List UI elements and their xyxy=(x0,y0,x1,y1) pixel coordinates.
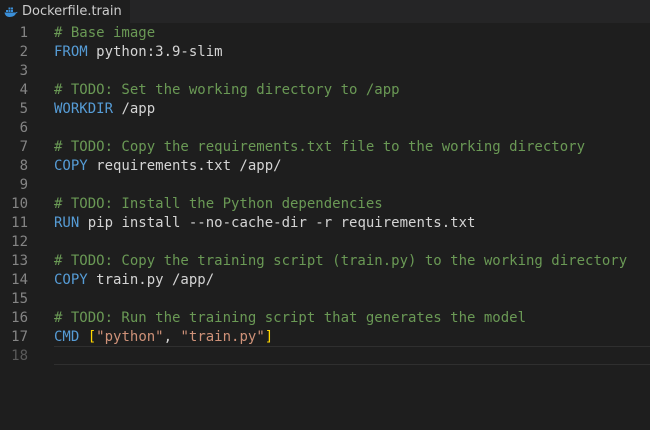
line-number: 5 xyxy=(19,100,28,117)
code-line[interactable]: 3 xyxy=(0,61,650,80)
code-line[interactable]: 11 RUN pip install --no-cache-dir -r req… xyxy=(0,213,650,232)
line-number: 3 xyxy=(19,62,28,79)
line-number: 17 xyxy=(11,328,28,345)
line-content: # TODO: Copy the requirements.txt file t… xyxy=(54,139,650,155)
line-content: CMD ["python", "train.py"] xyxy=(54,329,650,345)
code-line[interactable]: 13 # TODO: Copy the training script (tra… xyxy=(0,251,650,270)
line-number: 15 xyxy=(11,290,28,307)
keyword-token: COPY xyxy=(54,157,88,174)
line-content: WORKDIR /app xyxy=(54,101,650,117)
comment-token: # TODO: Copy the training script (train.… xyxy=(54,252,628,269)
line-number: 1 xyxy=(19,24,28,41)
code-line-current[interactable]: 18 xyxy=(0,346,650,365)
code-line[interactable]: 7 # TODO: Copy the requirements.txt file… xyxy=(0,137,650,156)
line-number: 2 xyxy=(19,43,28,60)
close-bracket-token: ] xyxy=(264,328,274,345)
line-number: 11 xyxy=(11,214,28,231)
code-line[interactable]: 16 # TODO: Run the training script that … xyxy=(0,308,650,327)
comment-token: # TODO: Set the working directory to /ap… xyxy=(54,81,400,98)
line-number: 7 xyxy=(19,138,28,155)
code-line[interactable]: 6 xyxy=(0,118,650,137)
keyword-token: COPY xyxy=(54,271,88,288)
editor-window: Dockerfile.train 1 # Base image 2 FROM p… xyxy=(0,0,650,430)
open-bracket-token: [ xyxy=(87,328,97,345)
line-number: 13 xyxy=(11,252,28,269)
text-token: train.py /app/ xyxy=(87,271,215,288)
line-content: # Base image xyxy=(54,25,650,41)
code-line[interactable]: 15 xyxy=(0,289,650,308)
line-content: # TODO: Run the training script that gen… xyxy=(54,310,650,326)
line-number: 9 xyxy=(19,176,28,193)
keyword-token: CMD xyxy=(54,328,80,345)
code-line[interactable]: 8 COPY requirements.txt /app/ xyxy=(0,156,650,175)
code-line[interactable]: 4 # TODO: Set the working directory to /… xyxy=(0,80,650,99)
docker-icon xyxy=(4,5,18,19)
text-token: pip install --no-cache-dir -r requiremen… xyxy=(79,214,476,231)
line-number: 16 xyxy=(11,309,28,326)
code-line[interactable]: 1 # Base image xyxy=(0,23,650,42)
tab-bar: Dockerfile.train xyxy=(0,0,650,23)
line-number: 8 xyxy=(19,157,28,174)
line-number: 10 xyxy=(11,195,28,212)
tab-dockerfile-train[interactable]: Dockerfile.train xyxy=(0,0,130,23)
keyword-token: FROM xyxy=(54,43,88,60)
code-line[interactable]: 17 CMD ["python", "train.py"] xyxy=(0,327,650,346)
keyword-token: WORKDIR xyxy=(54,100,114,117)
keyword-token: RUN xyxy=(54,214,80,231)
text-token: python:3.9-slim xyxy=(87,43,223,60)
code-line[interactable]: 10 # TODO: Install the Python dependenci… xyxy=(0,194,650,213)
line-content: COPY requirements.txt /app/ xyxy=(54,158,650,174)
code-line[interactable]: 5 WORKDIR /app xyxy=(0,99,650,118)
code-line[interactable]: 2 FROM python:3.9-slim xyxy=(0,42,650,61)
comment-token: # Base image xyxy=(54,24,156,41)
code-line[interactable]: 12 xyxy=(0,232,650,251)
text-token: requirements.txt /app/ xyxy=(87,157,282,174)
line-number: 14 xyxy=(11,271,28,288)
string-token: "python" xyxy=(96,328,164,345)
comment-token: # TODO: Install the Python dependencies xyxy=(54,195,383,212)
code-line[interactable]: 14 COPY train.py /app/ xyxy=(0,270,650,289)
code-line[interactable]: 9 xyxy=(0,175,650,194)
line-number: 4 xyxy=(19,81,28,98)
line-number: 18 xyxy=(11,347,28,364)
line-content: COPY train.py /app/ xyxy=(54,272,650,288)
comma-token: , xyxy=(163,328,181,345)
comment-token: # TODO: Copy the requirements.txt file t… xyxy=(54,138,586,155)
line-content: # TODO: Install the Python dependencies xyxy=(54,196,650,212)
line-number: 6 xyxy=(19,119,28,136)
comment-token: # TODO: Run the training script that gen… xyxy=(54,309,527,326)
line-content: # TODO: Set the working directory to /ap… xyxy=(54,82,650,98)
string-token: "train.py" xyxy=(180,328,265,345)
line-content: # TODO: Copy the training script (train.… xyxy=(54,253,650,269)
line-content: FROM python:3.9-slim xyxy=(54,44,650,60)
line-content: RUN pip install --no-cache-dir -r requir… xyxy=(54,215,650,231)
line-number: 12 xyxy=(11,233,28,250)
tab-label: Dockerfile.train xyxy=(22,4,122,19)
text-token: /app xyxy=(113,100,156,117)
line-content xyxy=(54,346,650,365)
code-editor[interactable]: 1 # Base image 2 FROM python:3.9-slim 3 … xyxy=(0,23,650,365)
